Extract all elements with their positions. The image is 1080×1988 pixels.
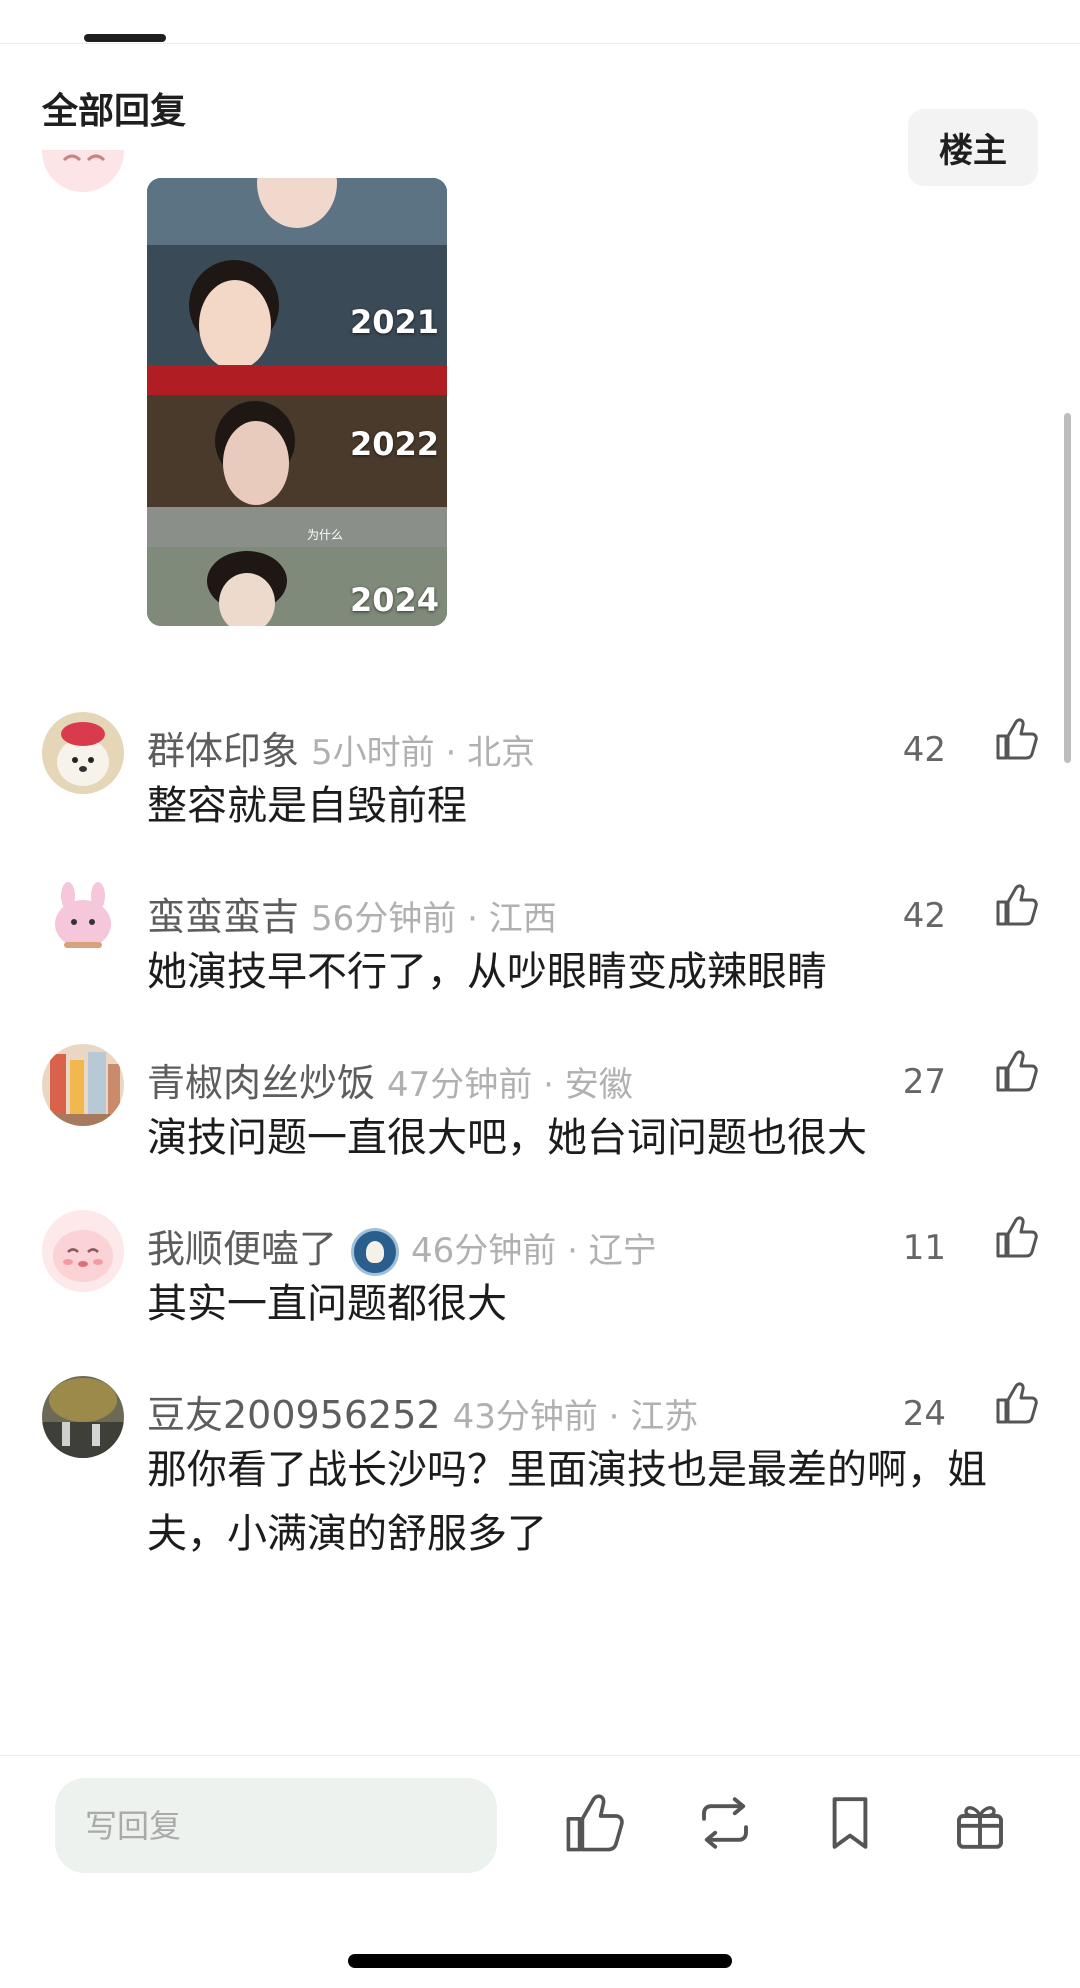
avatar[interactable] bbox=[42, 150, 124, 192]
like-count: 42 bbox=[902, 896, 946, 936]
image-panel bbox=[147, 178, 447, 245]
username[interactable]: 群体印象 bbox=[147, 729, 299, 773]
avatar[interactable] bbox=[42, 878, 124, 960]
bookmark-icon bbox=[832, 1797, 868, 1849]
comment-meta: 46分钟前 · 辽宁 bbox=[411, 1231, 657, 1271]
thumbs-up-icon[interactable] bbox=[992, 1378, 1042, 1428]
comment-text: 其实一直问题都很大 bbox=[147, 1281, 507, 1327]
image-panel: 2022 为什么 bbox=[147, 395, 447, 547]
avatar[interactable] bbox=[42, 1044, 124, 1126]
like-count: 42 bbox=[902, 730, 946, 770]
page-title: 全部回复 bbox=[42, 91, 187, 132]
username[interactable]: 青椒肉丝炒饭 bbox=[147, 1061, 375, 1105]
comment-image[interactable]: 2021 2022 为什么 2024 bbox=[147, 178, 447, 626]
thumbs-up-icon bbox=[566, 1794, 624, 1852]
username[interactable]: 豆友200956252 bbox=[147, 1393, 441, 1437]
reply-input[interactable] bbox=[55, 1778, 497, 1873]
username[interactable]: 蛮蛮蛮吉 bbox=[147, 895, 299, 939]
repost-button[interactable] bbox=[690, 1788, 760, 1858]
comment-meta: 47分钟前 · 安徽 bbox=[387, 1065, 633, 1105]
comment-meta: 5小时前 · 北京 bbox=[311, 733, 536, 773]
scrollbar[interactable] bbox=[1064, 413, 1071, 763]
year-label: 2021 bbox=[349, 303, 439, 341]
replies-header: 全部回复 楼主 bbox=[0, 44, 1080, 186]
bookmark-button[interactable] bbox=[815, 1788, 885, 1858]
subtitle-caption: 为什么 bbox=[307, 528, 344, 542]
thumbs-up-icon[interactable] bbox=[992, 880, 1042, 930]
user-badge-icon bbox=[351, 1227, 400, 1276]
avatar[interactable] bbox=[42, 1376, 124, 1458]
like-button[interactable] bbox=[560, 1788, 630, 1858]
like-count: 11 bbox=[902, 1228, 946, 1268]
comment-text: 演技问题一直很大吧，她台词问题也很大 bbox=[147, 1115, 867, 1161]
repost-icon bbox=[702, 1797, 748, 1849]
image-panel: 2024 bbox=[147, 547, 447, 626]
gift-icon bbox=[957, 1806, 1003, 1849]
thumbs-up-icon[interactable] bbox=[992, 714, 1042, 764]
avatar[interactable] bbox=[42, 1210, 124, 1292]
gift-button[interactable] bbox=[945, 1788, 1015, 1858]
tab-strip bbox=[0, 0, 1080, 44]
comment-meta: 56分钟前 · 江西 bbox=[311, 899, 557, 939]
home-indicator bbox=[348, 1954, 732, 1968]
avatar[interactable] bbox=[42, 712, 124, 794]
like-count: 24 bbox=[902, 1394, 946, 1434]
comment-text: 她演技早不行了，从吵眼睛变成辣眼睛 bbox=[147, 949, 827, 995]
username[interactable]: 我顺便嗑了 bbox=[147, 1227, 337, 1271]
year-label: 2022 bbox=[349, 425, 439, 463]
bottom-action-bar bbox=[0, 1755, 1080, 1988]
image-panel: 2021 bbox=[147, 245, 447, 395]
active-tab-indicator bbox=[84, 34, 166, 42]
thumbs-up-icon[interactable] bbox=[992, 1046, 1042, 1096]
comment-text: 那你看了战长沙吗？里面演技也是最差的啊，姐夫，小满演的舒服多了 bbox=[147, 1447, 987, 1557]
comment-meta: 43分钟前 · 江苏 bbox=[452, 1397, 699, 1437]
comment-list[interactable]: 2021 2022 为什么 2024 群体印象 5小时前 · 北京 42 整容就… bbox=[0, 150, 1080, 1755]
year-label: 2024 bbox=[349, 581, 439, 619]
comment-text: 整容就是自毁前程 bbox=[147, 783, 467, 829]
thumbs-up-icon[interactable] bbox=[992, 1212, 1042, 1262]
like-count: 27 bbox=[902, 1062, 946, 1102]
